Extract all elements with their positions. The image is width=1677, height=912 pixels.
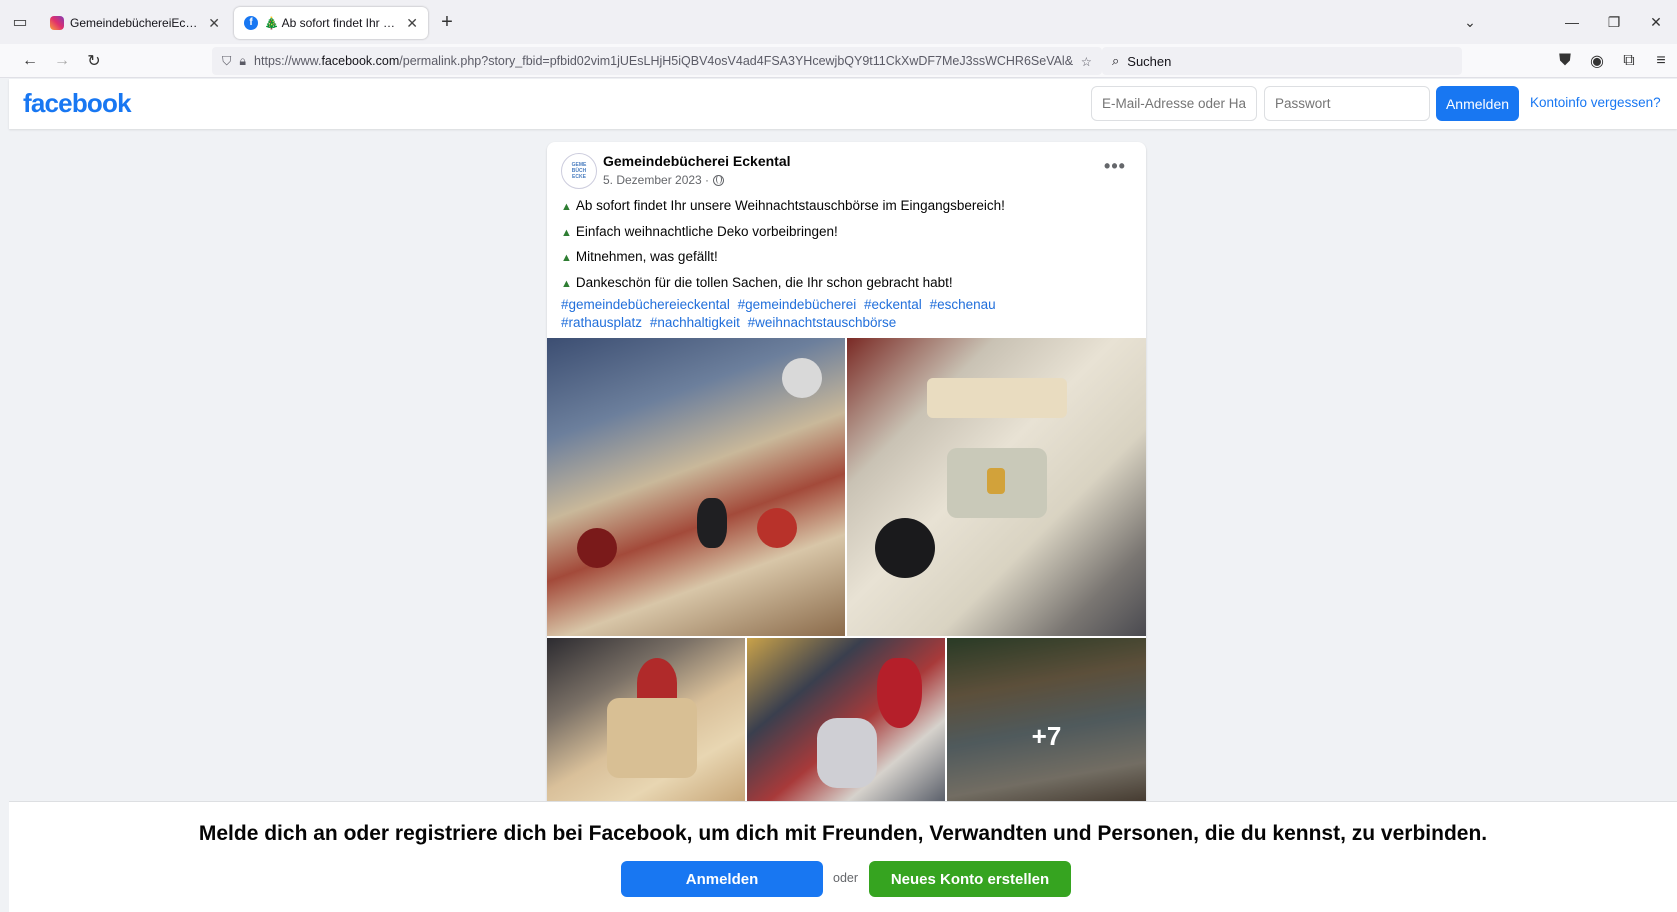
banner-text: Melde dich an oder registriere dich bei … [198, 822, 1488, 845]
pocket-icon[interactable]: ⛊ [1549, 47, 1581, 75]
post-photo[interactable] [747, 638, 945, 802]
search-bar[interactable]: ⌕ Suchen [1102, 47, 1462, 75]
email-field[interactable] [1091, 86, 1257, 121]
password-field[interactable] [1264, 86, 1430, 121]
star-icon[interactable]: ☆ [1081, 54, 1092, 69]
christmas-tree-icon: ▲ [561, 201, 572, 213]
restore-icon[interactable]: ❐ [1593, 2, 1635, 42]
browser-tab-facebook[interactable]: f 🎄 Ab sofort findet Ihr unsere... ✕ [234, 7, 428, 39]
account-icon[interactable]: ◉ [1581, 47, 1613, 75]
browser-tab-bar: ▭ GemeindebüchereiEckental | 🎄 ✕ f 🎄 Ab … [0, 0, 1677, 44]
hashtag-link[interactable]: #nachhaltigkeit [650, 315, 740, 330]
avatar-text: ECKE [572, 174, 586, 180]
browser-nav-bar: ← → ↻ ⛉ 🔒︎ https://www.facebook.com/perm… [0, 44, 1677, 78]
photo-grid: +7 [547, 338, 1146, 802]
banner-or-label: oder [833, 871, 859, 885]
hashtag-link[interactable]: #eschenau [930, 297, 996, 312]
facebook-header: facebook Anmelden Kontoinfo vergessen? [9, 79, 1677, 129]
post-photo[interactable] [547, 338, 845, 636]
tab-title: 🎄 Ab sofort findet Ihr unsere... [264, 16, 400, 30]
more-options-icon[interactable]: ••• [1099, 156, 1131, 180]
post-line: ▲ Dankeschön für die tollen Sachen, die I… [561, 274, 953, 290]
tab-list-icon[interactable]: ▭ [0, 2, 40, 42]
forgot-account-link[interactable]: Kontoinfo vergessen? [1530, 95, 1661, 110]
tab-title: GemeindebüchereiEckental | 🎄 [70, 16, 202, 30]
christmas-tree-icon: ▲ [561, 277, 572, 290]
login-button[interactable]: Anmelden [1436, 86, 1519, 121]
reload-icon[interactable]: ↻ [78, 47, 110, 75]
post-line: ▲ Einfach weihnachtliche Deko vorbeibring… [561, 223, 838, 239]
search-placeholder: Suchen [1127, 53, 1172, 69]
new-tab-button[interactable]: + [432, 11, 462, 34]
hashtag-link[interactable]: #gemeindebücherei [738, 297, 857, 312]
browser-tab-instagram[interactable]: GemeindebüchereiEckental | 🎄 ✕ [40, 7, 230, 39]
more-photos-count: +7 [1031, 721, 1062, 751]
puzzle-icon[interactable]: ⧉ [1613, 47, 1645, 75]
christmas-tree-icon: ▲ [561, 226, 572, 239]
post-photo[interactable] [547, 638, 745, 802]
login-banner: Melde dich an oder registriere dich bei … [9, 801, 1677, 912]
photo-overlay [947, 638, 1146, 802]
post-photo-more[interactable]: +7 [947, 638, 1146, 802]
facebook-logo[interactable]: facebook [23, 88, 132, 119]
back-arrow-icon[interactable]: ← [14, 47, 46, 75]
hashtag-link[interactable]: #gemeindebüchereieckental [561, 297, 730, 312]
minimize-icon[interactable]: — [1551, 2, 1593, 42]
post-line: ▲ Mitnehmen, was gefällt! [561, 249, 718, 264]
post-author[interactable]: Gemeindebücherei Eckental [603, 153, 791, 169]
banner-login-button[interactable]: Anmelden [621, 861, 823, 897]
avatar[interactable]: GEME BÜCH ECKE [561, 153, 597, 189]
close-tab-icon[interactable]: ✕ [208, 15, 220, 32]
hashtags: #gemeindebüchereieckental #gemeindebüche… [561, 296, 1081, 332]
shield-icon[interactable]: ⛉ [222, 54, 231, 69]
post-card: GEME BÜCH ECKE Gemeindebücherei Eckental… [547, 142, 1146, 802]
post-line: ▲ Ab sofort findet Ihr unsere Weihnachtst… [561, 198, 1005, 213]
facebook-icon: f [244, 16, 258, 30]
forward-arrow-icon[interactable]: → [46, 47, 78, 75]
post-photo[interactable] [847, 338, 1146, 636]
url-text[interactable]: https://www.facebook.com/permalink.php?s… [254, 54, 1073, 68]
hashtag-link[interactable]: #rathausplatz [561, 315, 642, 330]
post-date[interactable]: 5. Dezember 2023 · [603, 173, 725, 187]
hashtag-link[interactable]: #weihnachtstauschbörse [748, 315, 897, 330]
christmas-tree-icon: ▲ [561, 252, 572, 264]
close-tab-icon[interactable]: ✕ [406, 15, 418, 32]
search-icon: ⌕ [1112, 53, 1120, 68]
list-all-tabs-icon[interactable]: ⌄ [1449, 2, 1491, 42]
close-window-icon[interactable]: ✕ [1635, 2, 1677, 42]
hashtag-link[interactable]: #eckental [864, 297, 922, 312]
instagram-icon [50, 16, 64, 30]
lock-icon[interactable]: 🔒︎ [239, 54, 246, 69]
menu-icon[interactable]: ≡ [1645, 47, 1677, 75]
create-account-button[interactable]: Neues Konto erstellen [869, 861, 1071, 897]
url-bar[interactable]: ⛉ 🔒︎ https://www.facebook.com/permalink.… [212, 47, 1102, 75]
post-text: ▲ Ab sofort findet Ihr unsere Weihnachtst… [561, 194, 1131, 332]
post-date-text: 5. Dezember 2023 · [603, 173, 710, 187]
globe-icon [713, 174, 725, 186]
